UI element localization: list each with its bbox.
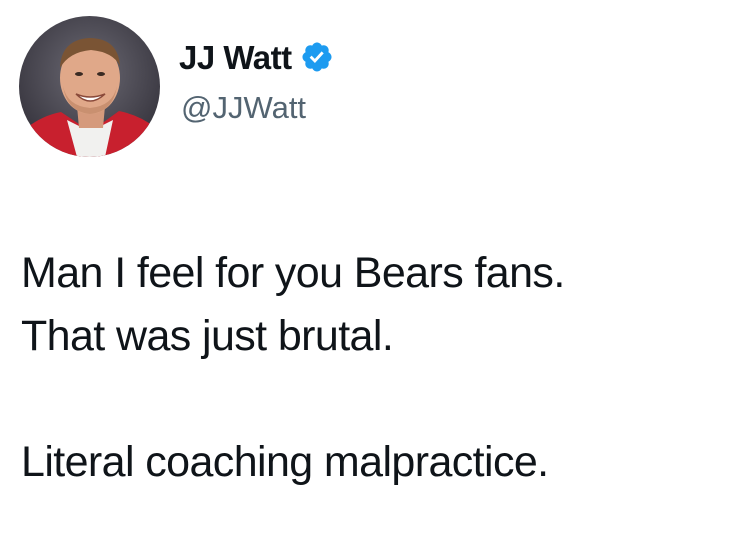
verified-badge-icon xyxy=(300,40,334,74)
tweet-text-line: That was just brutal. xyxy=(21,312,394,360)
tweet-text: Man I feel for you Bears fans. That was … xyxy=(21,242,736,494)
avatar-photo xyxy=(19,16,160,157)
author-avatar[interactable] xyxy=(19,16,160,157)
author-display-name[interactable]: JJ Watt xyxy=(179,41,292,74)
author-name-row: JJ Watt xyxy=(179,35,334,79)
author-handle[interactable]: @JJWatt xyxy=(181,92,306,123)
tweet-text-line: Literal coaching malpractice. xyxy=(21,438,549,486)
tweet-text-line: Man I feel for you Bears fans. xyxy=(21,249,565,297)
tweet-text-blank-line xyxy=(21,368,736,431)
tweet-card: JJ Watt @JJWatt Man I feel for you Bears… xyxy=(0,0,748,533)
